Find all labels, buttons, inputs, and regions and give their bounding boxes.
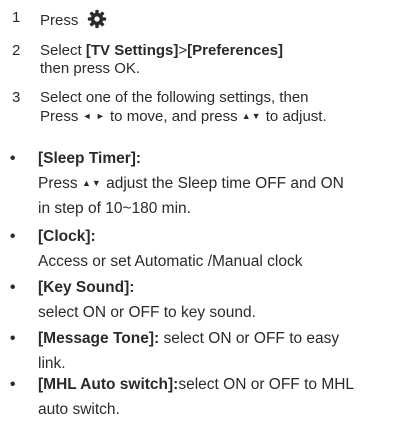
list-item-content: [Clock]: Access or set Automatic /Manual… (38, 224, 393, 274)
step-line: then press OK. (40, 60, 141, 77)
separator: > (178, 42, 188, 59)
step-line: Select [TV Settings]>[Preferences] (40, 42, 390, 60)
description-text: adjust the Sleep time OFF and ON (106, 175, 344, 192)
step-body: Select [TV Settings]>[Preferences] then … (40, 42, 390, 78)
up-down-arrows-icon: ▲▼ (81, 178, 102, 188)
setting-description: auto switch. (38, 401, 120, 418)
step-text: Press (40, 12, 79, 29)
setting-description: select ON or OFF to MHL (178, 376, 355, 393)
move-text: to move, and press (110, 108, 238, 125)
setting-description: select ON or OFF to key sound. (38, 304, 256, 321)
step-number: 1 (12, 9, 21, 26)
select-word: Select (40, 42, 86, 59)
setting-title: [Sleep Timer]: (38, 150, 142, 167)
step-body: Press (40, 9, 390, 30)
setting-description: Access or set Automatic /Manual clock (38, 253, 303, 270)
tv-settings-label: [TV Settings] (85, 42, 179, 59)
press-word: Press (40, 108, 79, 125)
bullet-icon: • (10, 150, 16, 167)
bullet-icon: • (10, 376, 16, 393)
step-body: Select one of the following settings, th… (40, 89, 390, 126)
setting-title: [Key Sound]: (38, 279, 135, 296)
bullet-icon: • (10, 228, 16, 245)
setting-title: [Message Tone]: (38, 330, 160, 347)
setting-line: [Message Tone]: select ON or OFF to easy (38, 326, 393, 351)
left-right-arrows-icon: ◄ ► (82, 111, 106, 121)
setting-title: [MHL Auto switch]: (38, 376, 179, 393)
gear-icon (87, 9, 106, 29)
setting-line: [MHL Auto switch]:select ON or OFF to MH… (38, 372, 393, 397)
setting-description: select ON or OFF to easy (159, 330, 340, 347)
step-number: 3 (12, 89, 21, 106)
step-line: Press ◄ ► to move, and press ▲▼ to adjus… (40, 107, 390, 126)
setting-description: Press ▲▼ adjust the Sleep time OFF and O… (38, 171, 393, 196)
press-word: Press (38, 175, 78, 192)
bullet-icon: • (10, 330, 16, 347)
preferences-label: [Preferences] (187, 42, 284, 59)
up-down-arrows-icon: ▲▼ (241, 111, 262, 121)
setting-description: in step of 10~180 min. (38, 200, 191, 217)
list-item-content: [Key Sound]: select ON or OFF to key sou… (38, 275, 393, 325)
instruction-page: 1 Press 2 Select [TV Settings]>[Preferen… (0, 0, 400, 420)
list-item-content: [Sleep Timer]: Press ▲▼ adjust the Sleep… (38, 146, 393, 221)
bullet-icon: • (10, 279, 16, 296)
setting-title: [Clock]: (38, 228, 96, 245)
step-line: Select one of the following settings, th… (40, 89, 309, 106)
adjust-text: to adjust. (265, 108, 327, 125)
step-number: 2 (12, 42, 21, 59)
list-item-content: [Message Tone]: select ON or OFF to easy… (38, 326, 393, 376)
list-item-content: [MHL Auto switch]:select ON or OFF to MH… (38, 372, 393, 422)
